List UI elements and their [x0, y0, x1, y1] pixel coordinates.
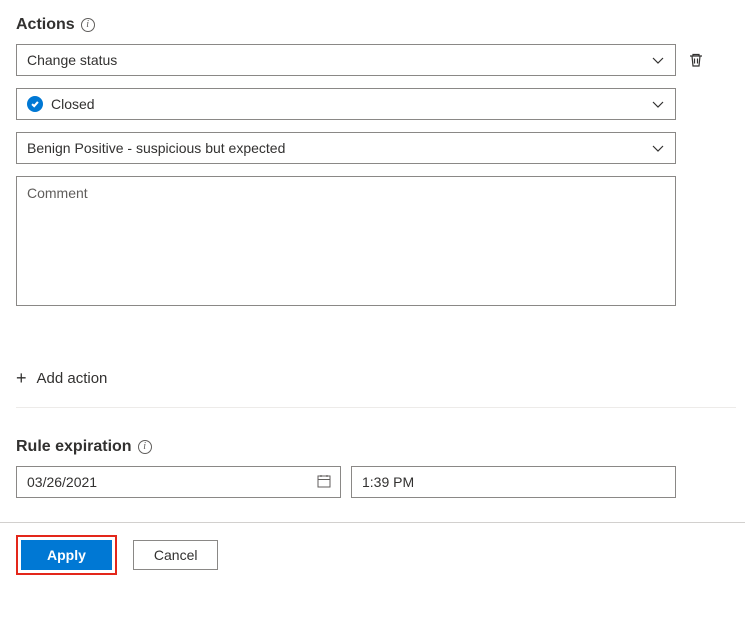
info-icon[interactable]: i — [81, 18, 95, 32]
section-divider — [16, 407, 736, 408]
expiration-label-text: Rule expiration — [16, 438, 132, 456]
comment-textarea[interactable] — [16, 176, 676, 306]
check-circle-icon — [27, 96, 43, 112]
expiration-time-input[interactable]: 1:39 PM — [351, 466, 676, 498]
plus-icon: + — [16, 369, 27, 387]
expiration-time-value: 1:39 PM — [362, 474, 414, 490]
calendar-icon — [316, 473, 332, 492]
cancel-button[interactable]: Cancel — [133, 540, 219, 570]
change-status-dropdown[interactable]: Change status — [16, 44, 676, 76]
change-status-label: Change status — [27, 52, 117, 68]
apply-button[interactable]: Apply — [21, 540, 112, 570]
info-icon[interactable]: i — [138, 440, 152, 454]
classification-label: Benign Positive - suspicious but expecte… — [27, 140, 285, 156]
actions-section-label: Actions i — [16, 16, 737, 34]
actions-label-text: Actions — [16, 16, 75, 34]
classification-dropdown[interactable]: Benign Positive - suspicious but expecte… — [16, 132, 676, 164]
chevron-down-icon — [651, 141, 665, 155]
apply-highlight-box: Apply — [16, 535, 117, 575]
chevron-down-icon — [651, 53, 665, 67]
chevron-down-icon — [651, 97, 665, 111]
expiration-date-input[interactable]: 03/26/2021 — [16, 466, 341, 498]
status-value-dropdown[interactable]: Closed — [16, 88, 676, 120]
expiration-section-label: Rule expiration i — [16, 438, 737, 456]
expiration-date-value: 03/26/2021 — [27, 474, 97, 490]
add-action-button[interactable]: + Add action — [16, 369, 737, 387]
add-action-label: Add action — [37, 370, 108, 387]
status-value-label: Closed — [51, 96, 95, 112]
delete-action-button[interactable] — [686, 50, 706, 70]
